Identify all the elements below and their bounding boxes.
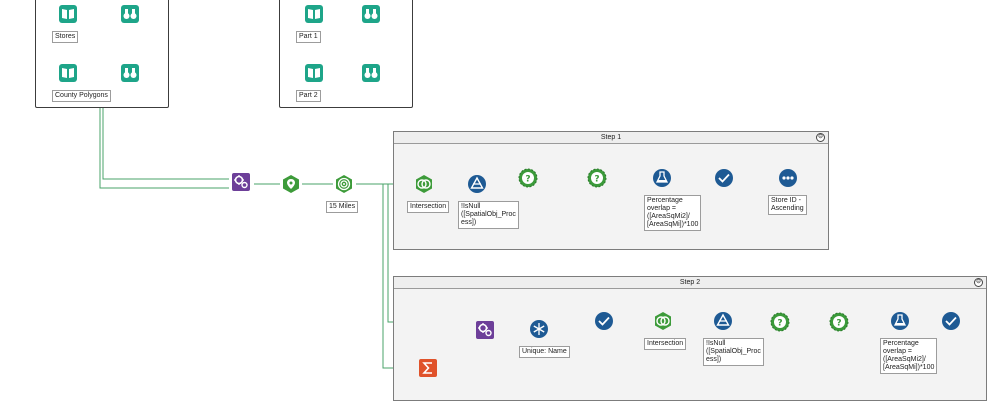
intersect-icon (655, 312, 671, 330)
map-pin-icon (283, 175, 299, 193)
book-icon (59, 5, 77, 23)
filter-icon (468, 175, 486, 193)
svg-text:?: ? (836, 318, 841, 328)
dots-icon (779, 169, 797, 187)
svg-text:?: ? (777, 318, 782, 328)
browse-tool-part2[interactable] (361, 63, 381, 83)
container-title: Step 2 (679, 279, 701, 286)
tool-label: 15 Miles (326, 201, 359, 213)
filter-tool[interactable] (713, 311, 733, 331)
browse-tool-stores[interactable] (120, 4, 140, 24)
tool-label: !IsNull ([SpatialObj_Proc ess]) (703, 338, 764, 366)
question-badge-icon: ? (829, 312, 849, 332)
book-icon (59, 64, 77, 82)
tool-label: Percentage overlap = ([AreaSqMi2]/ [Area… (880, 338, 938, 374)
target-icon (336, 175, 352, 193)
formula-tool[interactable] (890, 311, 910, 331)
input-data-tool-part2[interactable] (304, 63, 324, 83)
tool-label: Unique: Name (519, 346, 570, 358)
tool-label: Intersection (644, 338, 687, 350)
tool-label: Part 2 (296, 90, 321, 102)
gears-icon (232, 173, 250, 191)
check-icon (595, 312, 613, 330)
tool-label: Store ID - Ascending (768, 195, 807, 215)
container-step-1[interactable]: Step 1 ⊖ (393, 131, 829, 250)
summarize-tool[interactable] (418, 358, 438, 378)
snowflake-icon (530, 320, 548, 338)
question-badge-icon: ? (518, 168, 538, 188)
flask-icon (891, 312, 909, 330)
append-fields-tool[interactable] (231, 172, 251, 192)
check-icon (715, 169, 733, 187)
sigma-icon (419, 359, 437, 377)
input-data-tool-part1[interactable] (304, 4, 324, 24)
formula-tool[interactable] (652, 168, 672, 188)
trade-area-tool[interactable] (334, 174, 354, 194)
tool-label: Stores (52, 31, 79, 43)
gears-icon (476, 321, 494, 339)
browse-tool-county[interactable] (120, 63, 140, 83)
spatial-process-tool[interactable] (414, 174, 434, 194)
intersect-icon (416, 175, 432, 193)
collapse-button[interactable]: ⊖ (816, 133, 825, 142)
binoculars-icon (121, 5, 139, 23)
tool-label: Intersection (407, 201, 450, 213)
svg-text:?: ? (525, 174, 530, 184)
collapse-button[interactable]: ⊖ (974, 278, 983, 287)
container-title-bar[interactable]: Step 2 ⊖ (394, 277, 986, 289)
tool-label: Part 1 (296, 31, 321, 43)
svg-text:?: ? (594, 174, 599, 184)
select-tool[interactable] (714, 168, 734, 188)
binoculars-icon (362, 5, 380, 23)
input-data-tool-county[interactable] (58, 63, 78, 83)
append-fields-tool[interactable] (475, 320, 495, 340)
flask-icon (653, 169, 671, 187)
tool-label: County Polygons (52, 90, 111, 102)
test-tool[interactable]: ? (770, 312, 790, 332)
container-title-bar[interactable]: Step 1 ⊖ (394, 132, 828, 144)
tool-label: Percentage overlap = ([AreaSqMi2]/ [Area… (644, 195, 702, 231)
test-tool[interactable]: ? (587, 168, 607, 188)
book-icon (305, 64, 323, 82)
tool-label: !IsNull ([SpatialObj_Proc ess]) (458, 201, 519, 229)
filter-tool[interactable] (467, 174, 487, 194)
book-icon (305, 5, 323, 23)
binoculars-icon (362, 64, 380, 82)
select-tool[interactable] (941, 311, 961, 331)
create-points-tool[interactable] (281, 174, 301, 194)
check-icon (942, 312, 960, 330)
spatial-process-tool[interactable] (653, 311, 673, 331)
binoculars-icon (121, 64, 139, 82)
test-tool[interactable]: ? (829, 312, 849, 332)
browse-tool-part1[interactable] (361, 4, 381, 24)
question-badge-icon: ? (587, 168, 607, 188)
test-tool[interactable]: ? (518, 168, 538, 188)
container-title: Step 1 (600, 134, 622, 141)
question-badge-icon: ? (770, 312, 790, 332)
unique-tool[interactable] (529, 319, 549, 339)
filter-icon (714, 312, 732, 330)
select-tool[interactable] (594, 311, 614, 331)
sort-tool[interactable] (778, 168, 798, 188)
input-data-tool-stores[interactable] (58, 4, 78, 24)
